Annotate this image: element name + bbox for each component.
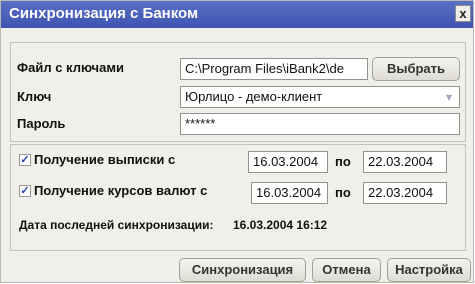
statement-checkbox[interactable]: ✓ — [19, 154, 31, 166]
cancel-button[interactable]: Отмена — [312, 258, 381, 282]
key-file-input[interactable]: C:\Program Files\iBank2\de — [180, 58, 368, 80]
statement-to-date[interactable]: 22.03.2004 — [363, 151, 447, 173]
window-title: Синхронизация с Банком — [9, 5, 199, 22]
password-field[interactable]: ****** — [180, 113, 460, 135]
keys-panel: Файл с ключами C:\Program Files\iBank2\d… — [10, 42, 466, 142]
password-label: Пароль — [17, 116, 66, 131]
check-icon: ✓ — [20, 185, 30, 197]
last-sync-label: Дата последней синхронизации: — [19, 218, 214, 232]
statement-from-date[interactable]: 16.03.2004 — [248, 151, 328, 173]
statement-to-label: по — [335, 154, 351, 169]
rates-checkbox[interactable]: ✓ — [19, 185, 31, 197]
key-select-value: Юрлицо - демо-клиент — [185, 89, 323, 104]
key-label: Ключ — [17, 89, 52, 104]
check-icon: ✓ — [20, 154, 30, 166]
chevron-down-icon[interactable]: ▾ — [441, 89, 457, 105]
sync-button[interactable]: Синхронизация — [179, 258, 306, 282]
sync-panel: ✓ Получение выписки с 16.03.2004 по 22.0… — [10, 144, 466, 251]
title-bar[interactable]: Синхронизация с Банком x — [1, 1, 473, 28]
rates-label: Получение курсов валют с — [34, 183, 208, 198]
last-sync-value: 16.03.2004 16:12 — [233, 218, 328, 232]
sync-dialog: Синхронизация с Банком x Файл с ключами … — [0, 0, 474, 283]
rates-to-date[interactable]: 22.03.2004 — [363, 182, 447, 204]
close-button[interactable]: x — [455, 5, 471, 22]
close-icon: x — [459, 6, 467, 21]
choose-button[interactable]: Выбрать — [372, 57, 460, 81]
key-file-label: Файл с ключами — [17, 60, 124, 75]
key-select[interactable]: Юрлицо - демо-клиент ▾ — [180, 86, 460, 108]
rates-from-date[interactable]: 16.03.2004 — [251, 182, 328, 204]
rates-to-label: по — [335, 185, 351, 200]
statement-label: Получение выписки с — [34, 152, 176, 167]
settings-button[interactable]: Настройка — [387, 258, 471, 282]
